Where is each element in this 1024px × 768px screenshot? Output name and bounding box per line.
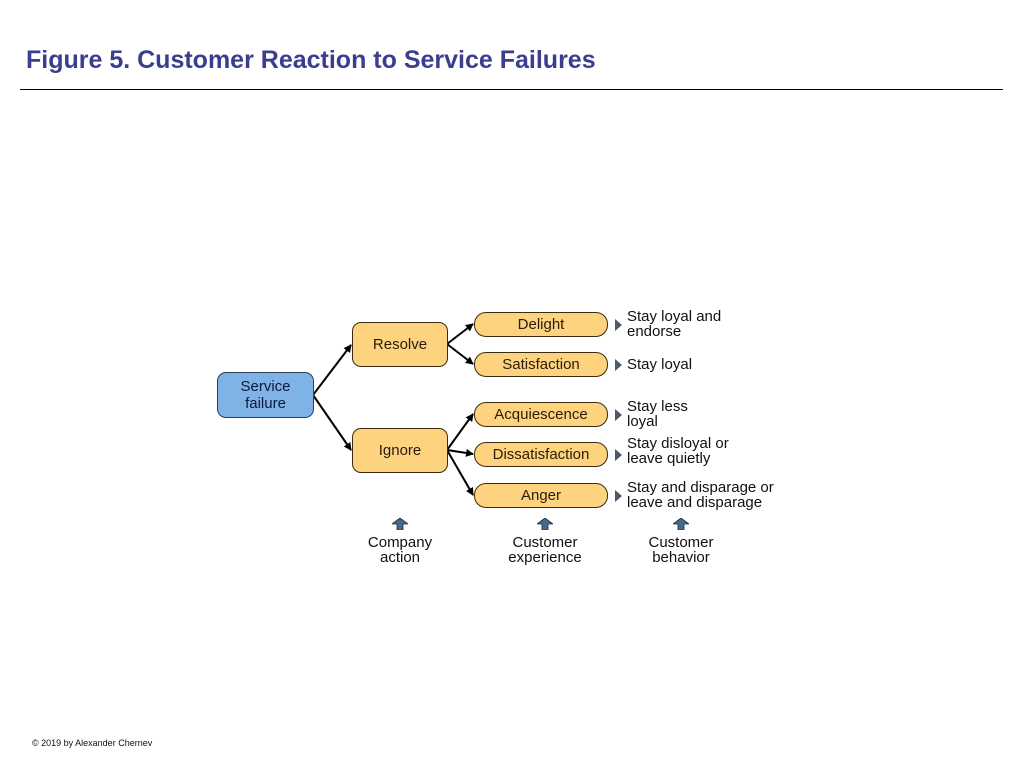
behavior-delight: Stay loyal and endorse	[627, 308, 722, 340]
behavior-anger: Stay and disparage or leave and disparag…	[627, 479, 774, 511]
anger-box: Anger	[474, 483, 608, 508]
up-arrow-icon	[537, 518, 553, 530]
satisfaction-box: Satisfaction	[474, 352, 608, 377]
behavior-satisfaction: Stay loyal	[627, 356, 693, 373]
triangle-right-icon	[615, 409, 622, 421]
arrow-failure-to-resolve	[312, 344, 352, 396]
arrow-ignore-to-dissatisfaction	[446, 448, 474, 457]
arrow-resolve-to-delight	[446, 323, 474, 345]
ignore-box: Ignore	[352, 428, 448, 473]
arrow-ignore-to-anger	[446, 449, 474, 496]
up-arrow-icon	[673, 518, 689, 530]
resolve-box: Resolve	[352, 322, 448, 367]
service-failure-box: Service failure	[217, 372, 314, 418]
triangle-right-icon	[615, 449, 622, 461]
triangle-right-icon	[615, 490, 622, 502]
up-arrow-icon	[392, 518, 408, 530]
arrow-resolve-to-satisfaction	[446, 343, 474, 365]
triangle-right-icon	[615, 359, 622, 371]
label-company-action: Company action	[367, 534, 433, 566]
behavior-dissatisfaction: Stay disloyal or leave quietly	[627, 435, 729, 467]
acquiescence-box: Acquiescence	[474, 402, 608, 427]
behavior-acquiescence: Stay less loyal	[627, 398, 688, 430]
dissatisfaction-box: Dissatisfaction	[474, 442, 608, 467]
label-customer-experience: Customer experience	[508, 534, 582, 566]
label-customer-behavior: Customer behavior	[648, 534, 714, 566]
connector-arrows	[312, 323, 474, 496]
triangle-right-icon	[615, 319, 622, 331]
arrow-ignore-to-acquiescence	[446, 413, 474, 451]
arrow-failure-to-ignore	[312, 394, 352, 451]
copyright-footer: © 2019 by Alexander Chernev	[32, 738, 153, 748]
delight-box: Delight	[474, 312, 608, 337]
